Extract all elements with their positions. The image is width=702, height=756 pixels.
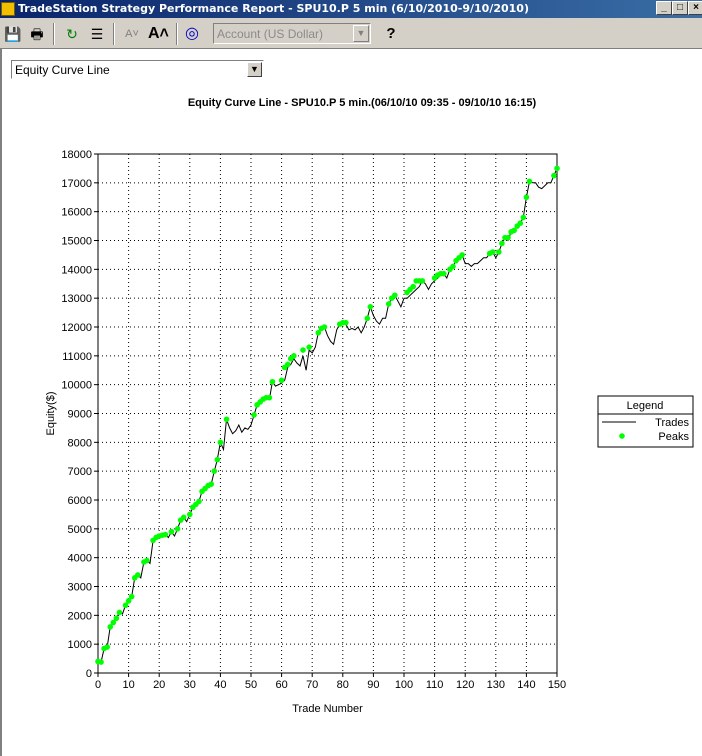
y-tick-label: 8000 — [68, 437, 92, 449]
peak-point — [367, 304, 374, 310]
peak-point — [419, 278, 426, 284]
peak-point — [278, 377, 285, 384]
x-tick-label: 100 — [395, 679, 413, 691]
peak-point — [113, 615, 120, 622]
peak-point — [300, 347, 306, 353]
x-tick-label: 140 — [517, 679, 535, 691]
peak-point — [505, 234, 511, 241]
peak-point — [440, 270, 447, 277]
peak-point — [496, 249, 502, 255]
peak-point — [551, 172, 557, 179]
legend-peaks-swatch — [619, 433, 625, 439]
x-tick-label: 80 — [337, 679, 349, 691]
peak-point — [385, 301, 392, 307]
peak-point — [134, 572, 141, 578]
x-tick-label: 110 — [426, 679, 444, 691]
peak-point — [144, 557, 150, 564]
y-tick-label: 5000 — [68, 524, 92, 536]
peak-point — [196, 498, 202, 505]
peak-point — [520, 214, 527, 221]
legend-title: Legend — [627, 400, 664, 412]
peak-point — [526, 178, 533, 185]
peak-point — [208, 481, 215, 487]
y-tick-label: 16000 — [61, 207, 92, 219]
x-tick-label: 40 — [214, 679, 226, 691]
x-tick-label: 30 — [184, 679, 196, 691]
peak-point — [98, 659, 104, 665]
y-tick-label: 12000 — [61, 322, 92, 334]
peak-point — [343, 319, 349, 326]
peak-point — [180, 514, 187, 521]
y-tick-label: 13000 — [61, 293, 92, 305]
y-tick-label: 11000 — [62, 351, 92, 363]
peak-point — [174, 526, 181, 532]
peak-point — [459, 252, 465, 258]
y-tick-label: 18000 — [61, 149, 92, 161]
peak-point — [116, 609, 123, 616]
peak-point — [162, 531, 169, 538]
peak-point — [266, 394, 273, 401]
peak-point — [187, 511, 193, 518]
x-tick-label: 0 — [95, 679, 101, 691]
x-tick-label: 150 — [548, 679, 566, 691]
x-tick-label: 90 — [367, 679, 379, 691]
x-tick-label: 50 — [245, 679, 257, 691]
y-tick-label: 15000 — [61, 236, 92, 248]
peak-point — [214, 456, 221, 463]
y-tick-label: 7000 — [68, 466, 92, 478]
peak-point — [306, 344, 312, 350]
y-tick-label: 6000 — [68, 495, 92, 507]
x-tick-label: 120 — [456, 679, 474, 691]
y-tick-label: 9000 — [68, 409, 92, 421]
peak-point — [489, 249, 496, 255]
axis-ticks: 0 10 20 30 40 50 60 70 80 90 100 110 120 130 140 150 0 10… — [61, 149, 566, 691]
y-tick-label: 10000 — [61, 380, 92, 392]
x-tick-label: 70 — [306, 679, 318, 691]
peak-point — [251, 412, 257, 418]
y-tick-label: 3000 — [68, 582, 92, 594]
y-tick-label: 1000 — [68, 639, 92, 651]
trades-series-line — [97, 168, 558, 663]
peak-point — [321, 324, 328, 330]
chart-grid — [98, 154, 557, 673]
peak-point — [364, 315, 371, 322]
x-tick-label: 130 — [487, 679, 505, 691]
peak-point — [392, 292, 398, 299]
peak-point — [554, 165, 560, 172]
y-tick-label: 2000 — [68, 610, 92, 622]
equity-curve-chart: 0 10 20 30 40 50 60 70 80 90 100 110 120 130 140 150 0 10… — [45, 149, 694, 715]
peak-point — [211, 468, 218, 474]
peak-point — [499, 240, 505, 247]
legend-peaks-label: Peaks — [658, 431, 689, 443]
chart-legend: Legend Trades Peaks — [597, 395, 694, 448]
peak-point — [269, 378, 276, 385]
x-tick-label: 10 — [122, 679, 134, 691]
peak-point — [223, 416, 230, 423]
peak-point — [410, 283, 416, 290]
peak-point — [168, 528, 175, 535]
y-tick-label: 17000 — [61, 178, 92, 190]
peak-point — [217, 439, 224, 446]
y-axis-label: Equity($) — [45, 391, 57, 435]
peak-point — [450, 263, 456, 270]
peak-point — [128, 593, 135, 600]
x-axis-label: Trade Number — [292, 703, 363, 715]
y-tick-label: 4000 — [68, 553, 92, 565]
y-tick-label: 14000 — [61, 264, 92, 276]
peak-point — [104, 644, 110, 650]
x-tick-label: 20 — [153, 679, 165, 691]
x-tick-label: 60 — [275, 679, 287, 691]
peak-point — [517, 220, 524, 226]
y-tick-label: 0 — [86, 668, 92, 680]
legend-trades-label: Trades — [655, 417, 689, 429]
peak-point — [284, 361, 291, 368]
peak-point — [523, 194, 530, 201]
peak-point — [291, 353, 297, 359]
